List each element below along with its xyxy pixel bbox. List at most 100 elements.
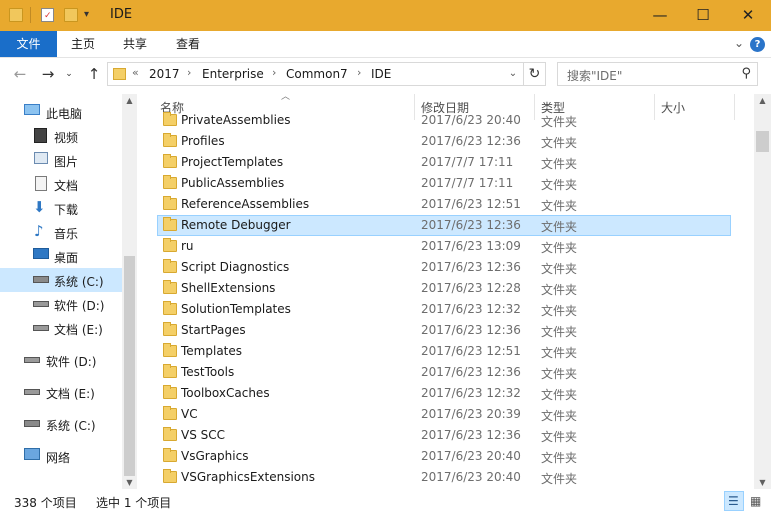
list-item[interactable]: VsGraphics 2017/6/23 20:40 文件夹 (157, 446, 731, 467)
nav-software-d-network[interactable]: 软件 (D:) (0, 348, 122, 372)
close-button[interactable]: ✕ (725, 0, 771, 31)
nav-downloads[interactable]: ⬇ 下载 (0, 196, 122, 220)
recent-locations-button[interactable]: ⌄ (62, 64, 76, 84)
expand-ribbon-icon[interactable]: ⌄ (734, 36, 744, 50)
computer-icon (24, 104, 40, 115)
list-item[interactable]: StartPages 2017/6/23 12:36 文件夹 (157, 320, 731, 341)
search-box[interactable]: 搜索"IDE" ⚲ (557, 62, 758, 86)
column-divider[interactable] (734, 94, 735, 120)
list-item[interactable]: ToolboxCaches 2017/6/23 12:32 文件夹 (157, 383, 731, 404)
chevron-right-icon[interactable]: › (272, 66, 276, 79)
address-dropdown-icon[interactable]: ⌄ (503, 63, 523, 85)
nav-documents-e[interactable]: 文档 (E:) (0, 316, 122, 340)
nav-software-d[interactable]: 软件 (D:) (0, 292, 122, 316)
window-title: IDE (110, 7, 133, 22)
tab-file[interactable]: 文件 (0, 31, 57, 57)
list-item[interactable]: SolutionTemplates 2017/6/23 12:32 文件夹 (157, 299, 731, 320)
breadcrumb-common7[interactable]: Common7 (286, 67, 348, 81)
nav-documents-e-network[interactable]: 文档 (E:) (0, 380, 122, 404)
chevron-right-icon[interactable]: › (187, 66, 191, 79)
scrollbar-thumb[interactable] (124, 256, 135, 476)
drive-icon (24, 389, 40, 395)
list-item[interactable]: Profiles 2017/6/23 12:36 文件夹 (157, 131, 731, 152)
nav-music[interactable]: ♪ 音乐 (0, 220, 122, 244)
close-icon: ✕ (741, 6, 755, 24)
scroll-down-icon[interactable]: ▼ (122, 478, 137, 487)
list-item[interactable]: TestTools 2017/6/23 12:36 文件夹 (157, 362, 731, 383)
nav-system-c-network[interactable]: 系统 (C:) (0, 412, 122, 436)
file-list-scrollbar[interactable]: ▲ ▼ (754, 94, 771, 489)
folder-icon (163, 427, 177, 441)
music-icon: ♪ (34, 222, 44, 240)
nav-system-c-selected[interactable]: 系统 (C:) (0, 268, 122, 292)
nav-videos[interactable]: 视频 (0, 124, 122, 148)
address-bar[interactable]: « 2017 › Enterprise › Common7 › IDE ⌄ (107, 62, 524, 86)
details-view-button[interactable]: ☰ (724, 491, 744, 511)
folder-icon (163, 280, 177, 294)
list-item[interactable]: PublicAssemblies 2017/7/7 17:11 文件夹 (157, 173, 731, 194)
navigation-pane: 此电脑 视频 图片 文档 ⬇ 下载 ♪ 音乐 桌面 系统 (C:) 软件 (D:… (0, 90, 137, 489)
nav-this-pc[interactable]: 此电脑 (0, 100, 122, 124)
search-input[interactable]: 搜索"IDE" (567, 67, 622, 84)
refresh-button[interactable]: ↻ (524, 62, 546, 86)
forward-button[interactable]: → (38, 64, 58, 84)
breadcrumb-enterprise[interactable]: Enterprise (202, 67, 264, 81)
scrollbar-thumb[interactable] (756, 131, 769, 152)
folder-icon (163, 154, 177, 168)
item-count: 338 个项目 (14, 496, 77, 510)
ribbon-tabs: 文件 主页 共享 查看 ⌄? (0, 31, 771, 58)
folder-icon (163, 217, 177, 231)
new-folder-icon[interactable] (63, 7, 79, 23)
download-icon: ⬇ (33, 198, 46, 216)
drive-icon (33, 301, 49, 307)
folder-icon (163, 364, 177, 378)
list-item[interactable]: Templates 2017/6/23 12:51 文件夹 (157, 341, 731, 362)
tab-share[interactable]: 共享 (112, 31, 158, 57)
scroll-up-icon[interactable]: ▲ (754, 96, 771, 105)
scroll-up-icon[interactable]: ▲ (122, 96, 137, 105)
list-item[interactable]: VC 2017/6/23 20:39 文件夹 (157, 404, 731, 425)
folder-icon (163, 448, 177, 462)
list-item[interactable]: Script Diagnostics 2017/6/23 12:36 文件夹 (157, 257, 731, 278)
search-icon: ⚲ (741, 66, 751, 81)
properties-icon[interactable]: ✓ (40, 7, 56, 23)
folder-icon (163, 133, 177, 147)
list-item[interactable]: ReferenceAssemblies 2017/6/23 12:51 文件夹 (157, 194, 731, 215)
folder-icon (163, 469, 177, 483)
folder-app-icon[interactable] (8, 7, 24, 23)
nav-desktop[interactable]: 桌面 (0, 244, 122, 268)
nav-pictures[interactable]: 图片 (0, 148, 122, 172)
breadcrumb-overflow[interactable]: « (132, 66, 139, 79)
minimize-button[interactable]: — (637, 0, 683, 31)
folder-icon (163, 385, 177, 399)
list-item[interactable]: ShellExtensions 2017/6/23 12:28 文件夹 (157, 278, 731, 299)
list-item-selected[interactable]: Remote Debugger 2017/6/23 12:36 文件夹 (157, 215, 731, 236)
navigation-scrollbar[interactable]: ▲ ▼ (122, 94, 137, 489)
breadcrumb-2017[interactable]: 2017 (149, 67, 180, 81)
large-icons-view-button[interactable]: ▦ (746, 491, 766, 511)
sort-ascending-icon: ︿ (281, 92, 291, 102)
back-button[interactable]: ← (10, 64, 30, 84)
up-button[interactable]: ↑ (84, 64, 104, 84)
nav-documents[interactable]: 文档 (0, 172, 122, 196)
tab-view[interactable]: 查看 (165, 31, 211, 57)
customize-quick-access-icon[interactable]: ▾ (84, 7, 96, 23)
chevron-right-icon[interactable]: › (357, 66, 361, 79)
nav-network[interactable]: 网络 (0, 444, 122, 468)
system-drive-icon (24, 420, 40, 427)
documents-icon (35, 176, 47, 191)
help-icon[interactable]: ? (750, 37, 765, 52)
folder-icon (163, 196, 177, 210)
large-icons-view-icon: ▦ (750, 494, 762, 508)
maximize-button[interactable]: ☐ (680, 0, 726, 31)
list-item[interactable]: PrivateAssemblies 2017/6/23 20:40 文件夹 (157, 110, 731, 131)
desktop-icon (33, 248, 49, 259)
list-item[interactable]: VS SCC 2017/6/23 12:36 文件夹 (157, 425, 731, 446)
list-item[interactable]: ru 2017/6/23 13:09 文件夹 (157, 236, 731, 257)
tab-home[interactable]: 主页 (60, 31, 106, 57)
breadcrumb-ide[interactable]: IDE (371, 67, 391, 81)
list-item[interactable]: ProjectTemplates 2017/7/7 17:11 文件夹 (157, 152, 731, 173)
scroll-down-icon[interactable]: ▼ (754, 478, 771, 487)
list-item[interactable]: VSGraphicsExtensions 2017/6/23 20:40 文件夹 (157, 467, 731, 488)
title-bar: ✓ ▾ IDE — ☐ ✕ (0, 0, 771, 31)
